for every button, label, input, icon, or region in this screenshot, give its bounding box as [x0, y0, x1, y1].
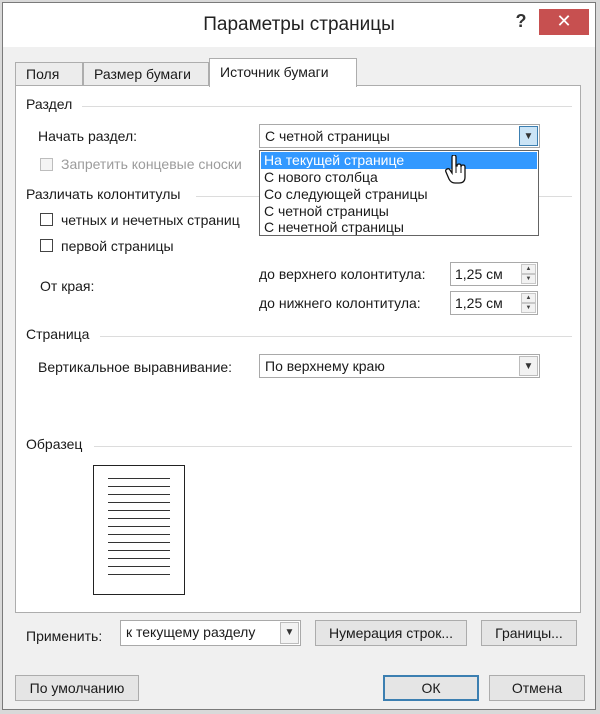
- apply-label: Применить:: [26, 628, 103, 644]
- line-numbers-button[interactable]: Нумерация строк...: [315, 620, 467, 646]
- spin-up-icon[interactable]: ▲: [521, 293, 536, 303]
- ok-button[interactable]: ОК: [383, 675, 479, 701]
- first-page-label: первой страницы: [61, 238, 174, 254]
- dropdown-option-current-page[interactable]: На текущей странице: [261, 152, 537, 169]
- first-page-checkbox[interactable]: [40, 239, 53, 252]
- dialog-title: Параметры страницы: [203, 14, 395, 35]
- header-distance-label: до верхнего колонтитула:: [259, 266, 426, 282]
- borders-button[interactable]: Границы...: [481, 620, 577, 646]
- section-start-select[interactable]: С четной страницы ▼: [259, 124, 540, 148]
- dropdown-option-next-page[interactable]: Со следующей страницы: [261, 186, 537, 203]
- dropdown-option-new-column[interactable]: С нового столбца: [261, 169, 537, 186]
- help-icon[interactable]: ?: [509, 11, 533, 35]
- footer-distance-spinner[interactable]: 1,25 см ▲ ▼: [450, 291, 538, 315]
- section-start-dropdown-list: На текущей странице С нового столбца Со …: [259, 150, 539, 236]
- tab-paper-source[interactable]: Источник бумаги: [209, 58, 357, 87]
- tab-paper-size[interactable]: Размер бумаги: [83, 62, 209, 86]
- dropdown-arrow-icon[interactable]: ▼: [519, 356, 538, 376]
- section-group-title: Раздел: [26, 96, 73, 112]
- dropdown-option-even-page[interactable]: С четной страницы: [261, 203, 537, 220]
- dropdown-arrow-icon[interactable]: ▼: [519, 126, 538, 146]
- tab-margins[interactable]: Поля: [15, 62, 83, 86]
- page-preview: [93, 465, 185, 595]
- headers-footers-group-title: Различать колонтитулы: [26, 186, 181, 202]
- apply-to-select[interactable]: к текущему разделу ▼: [120, 620, 301, 646]
- cancel-button[interactable]: Отмена: [489, 675, 585, 701]
- odd-even-label: четных и нечетных страниц: [61, 212, 240, 228]
- spin-up-icon[interactable]: ▲: [521, 264, 536, 274]
- vertical-alignment-value: По верхнему краю: [265, 358, 385, 374]
- page-divider: [100, 336, 572, 337]
- dropdown-option-odd-page[interactable]: С нечетной страницы: [261, 219, 537, 236]
- page-setup-dialog: Параметры страницы ? ✕ Поля Размер бумаг…: [2, 2, 596, 710]
- spin-down-icon[interactable]: ▼: [521, 303, 536, 313]
- section-start-label: Начать раздел:: [38, 128, 138, 144]
- set-as-default-button[interactable]: По умолчанию: [15, 675, 139, 701]
- suppress-endnotes-checkbox[interactable]: [40, 158, 53, 171]
- header-distance-value: 1,25 см: [455, 266, 503, 282]
- preview-divider: [94, 446, 572, 447]
- section-start-value: С четной страницы: [265, 128, 390, 144]
- vertical-alignment-select[interactable]: По верхнему краю ▼: [259, 354, 540, 378]
- vertical-alignment-label: Вертикальное выравнивание:: [38, 359, 233, 375]
- header-distance-spinner[interactable]: 1,25 см ▲ ▼: [450, 262, 538, 286]
- odd-even-checkbox[interactable]: [40, 213, 53, 226]
- spin-down-icon[interactable]: ▼: [521, 274, 536, 284]
- preview-group-title: Образец: [26, 436, 83, 452]
- close-icon[interactable]: ✕: [539, 9, 589, 35]
- section-divider: [82, 106, 572, 107]
- dropdown-arrow-icon[interactable]: ▼: [280, 622, 299, 644]
- apply-to-value: к текущему разделу: [126, 624, 256, 640]
- suppress-endnotes-label: Запретить концевые сноски: [61, 156, 242, 172]
- title-bar: Параметры страницы ? ✕: [3, 3, 595, 47]
- footer-distance-value: 1,25 см: [455, 295, 503, 311]
- page-group-title: Страница: [26, 326, 90, 342]
- hand-cursor-icon: [445, 155, 466, 184]
- footer-distance-label: до нижнего колонтитула:: [259, 295, 421, 311]
- from-edge-label: От края:: [40, 278, 95, 294]
